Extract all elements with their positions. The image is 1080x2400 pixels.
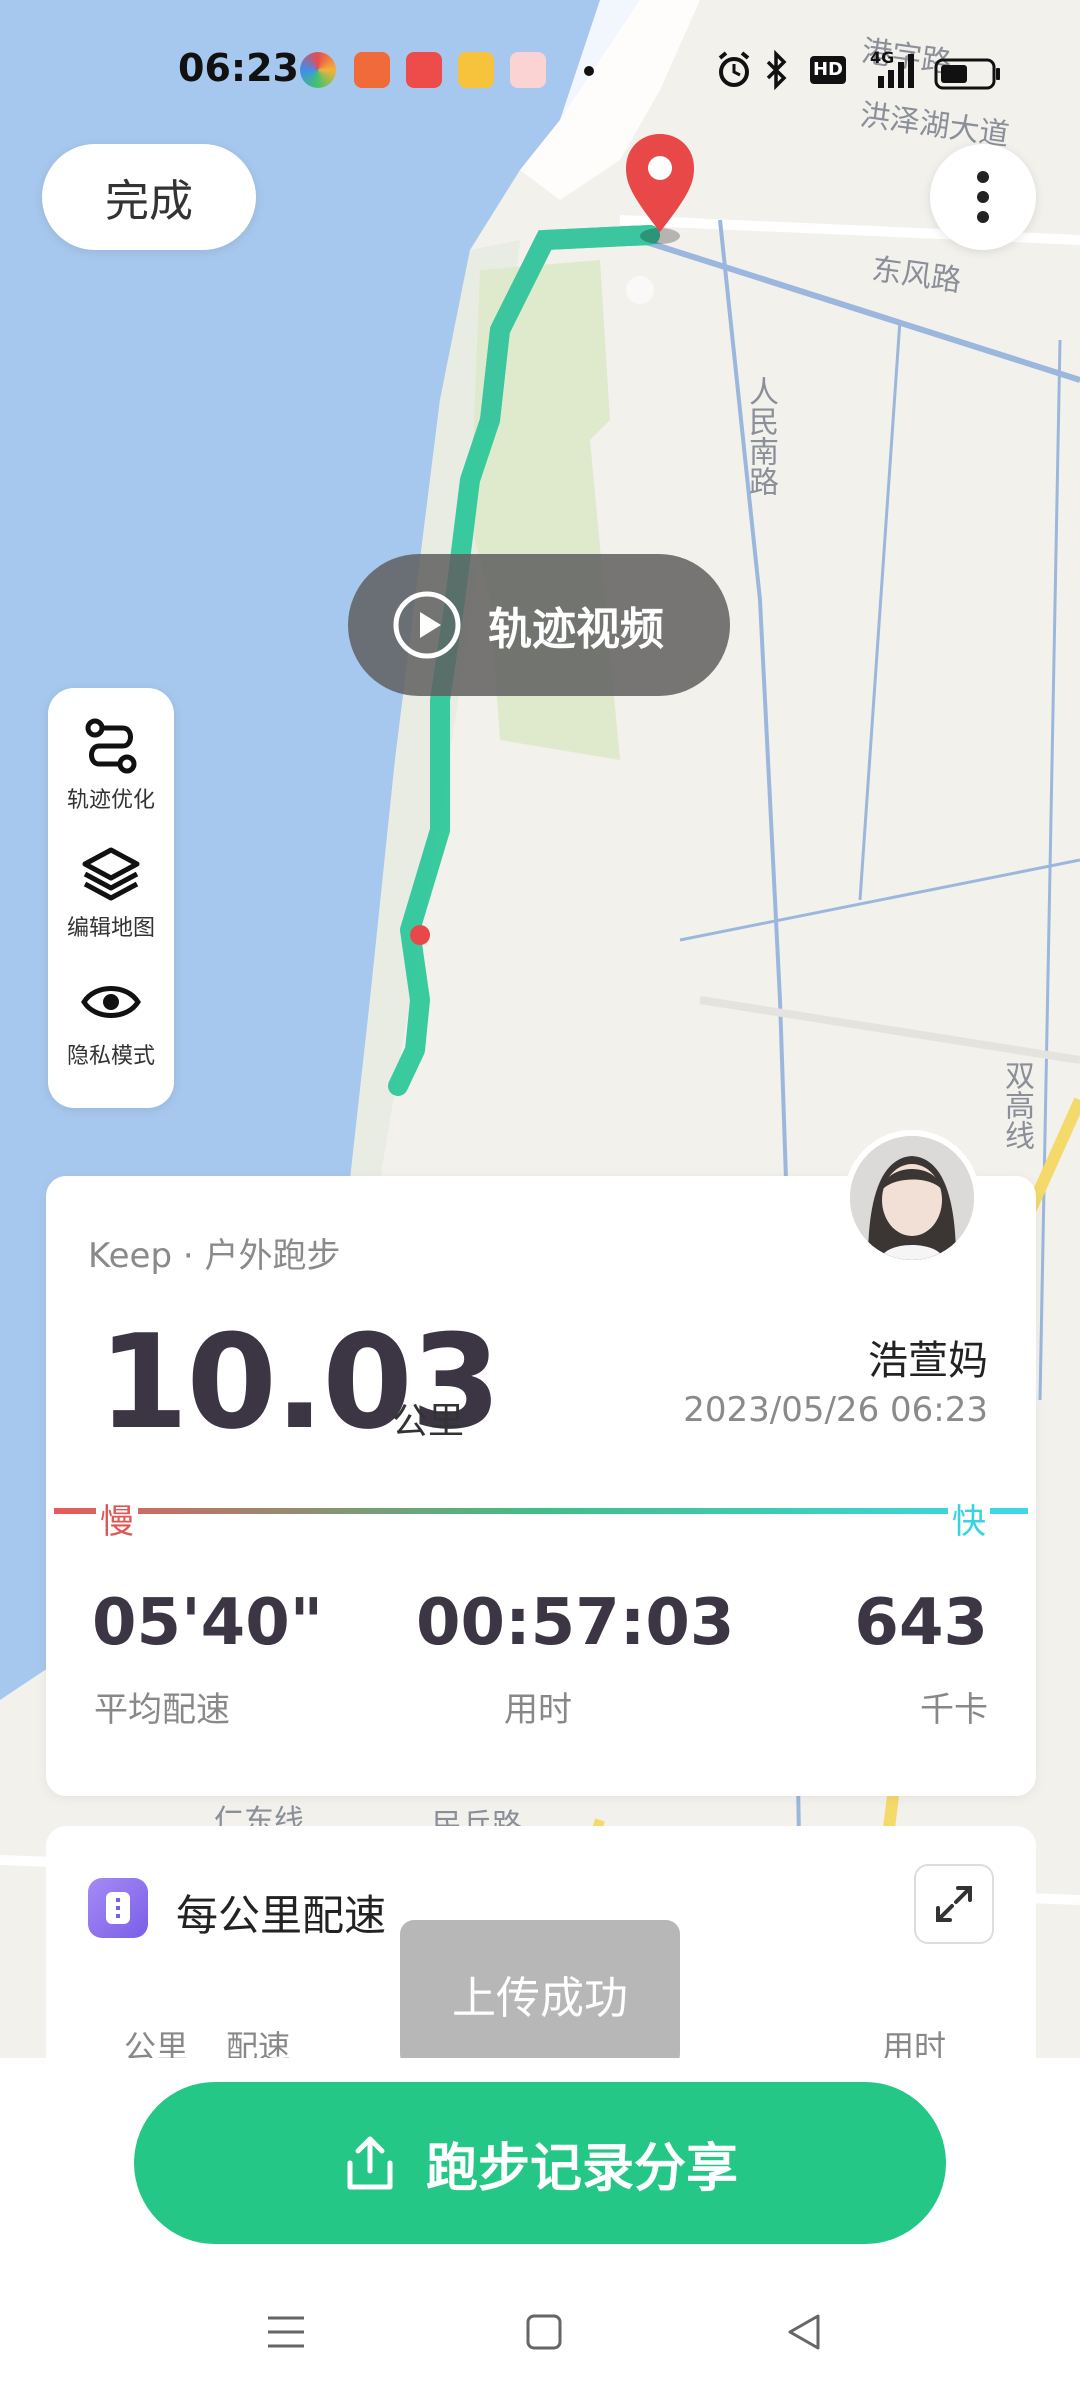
route-optimize-icon xyxy=(85,718,137,774)
play-icon xyxy=(393,591,461,659)
run-summary-card: Keep · 户外跑步 10.03 公里 浩萱妈 2023/05/26 06:2… xyxy=(46,1176,1036,1796)
pace-card-icon xyxy=(88,1878,148,1938)
done-button[interactable]: 完成 xyxy=(42,144,256,250)
calories-value: 643 xyxy=(854,1586,988,1660)
run-date: 2023/05/26 06:23 xyxy=(683,1390,988,1430)
track-video-button[interactable]: 轨迹视频 xyxy=(348,554,730,696)
user-name: 浩萱妈 xyxy=(868,1338,988,1384)
slow-label: 慢 xyxy=(96,1494,138,1543)
share-icon xyxy=(347,2136,393,2190)
status-bar: 06:23 HD 4G xyxy=(0,0,1080,140)
activity-source: Keep · 户外跑步 xyxy=(88,1236,341,1276)
map-label-road: 双高线 xyxy=(999,1060,1034,1150)
more-options-button[interactable] xyxy=(930,144,1036,250)
calories-label: 千卡 xyxy=(920,1690,988,1730)
share-label: 跑步记录分享 xyxy=(425,2138,738,2199)
bluetooth-icon xyxy=(766,50,787,90)
tool-privacy-mode[interactable]: 隐私模式 xyxy=(48,972,174,1070)
books-app-icon xyxy=(354,52,390,88)
pace-gradient-bar xyxy=(54,1508,1028,1514)
upload-success-toast: 上传成功 xyxy=(400,1920,680,2068)
status-time: 06:23 xyxy=(178,46,299,90)
weibo-app-icon xyxy=(458,52,494,88)
avg-pace-label: 平均配速 xyxy=(94,1690,230,1730)
layers-icon xyxy=(82,847,140,901)
back-nav-icon[interactable] xyxy=(782,2310,826,2354)
app-notification-icon xyxy=(300,52,336,88)
pace-card-title: 每公里配速 xyxy=(176,1891,387,1940)
signal-icon xyxy=(878,54,914,88)
more-vertical-icon xyxy=(977,167,989,227)
system-nav-bar xyxy=(0,2280,1080,2390)
duration-value: 00:57:03 xyxy=(416,1586,735,1660)
home-nav-icon[interactable] xyxy=(522,2310,566,2354)
notification-dot-icon xyxy=(584,66,594,76)
music-app-icon xyxy=(406,52,442,88)
avatar[interactable] xyxy=(844,1130,980,1266)
alarm-icon xyxy=(718,51,750,87)
fast-label: 快 xyxy=(948,1494,990,1543)
avatar-image xyxy=(850,1136,974,1260)
avg-pace-value: 05'40" xyxy=(92,1586,324,1660)
tool-label: 隐私模式 xyxy=(66,1044,155,1069)
hd-icon: HD xyxy=(810,56,846,84)
battery-icon xyxy=(934,58,1000,90)
tool-edit-map[interactable]: 编辑地图 xyxy=(48,844,174,942)
duration-label: 用时 xyxy=(504,1690,572,1730)
game-app-icon xyxy=(510,52,546,88)
tool-label: 轨迹优化 xyxy=(66,788,155,813)
distance-unit: 公里 xyxy=(392,1401,465,1442)
track-video-label: 轨迹视频 xyxy=(488,604,664,655)
tool-label: 编辑地图 xyxy=(66,916,155,941)
map-tools-panel: 轨迹优化 编辑地图 隐私模式 xyxy=(48,688,174,1108)
map-label-road: 人民南路 xyxy=(743,376,778,496)
eye-icon xyxy=(81,986,141,1018)
share-run-button[interactable]: 跑步记录分享 xyxy=(134,2082,946,2244)
tool-route-optimize[interactable]: 轨迹优化 xyxy=(48,716,174,814)
expand-icon xyxy=(936,1886,972,1922)
expand-button[interactable] xyxy=(914,1864,994,1944)
menu-nav-icon[interactable] xyxy=(264,2310,308,2354)
